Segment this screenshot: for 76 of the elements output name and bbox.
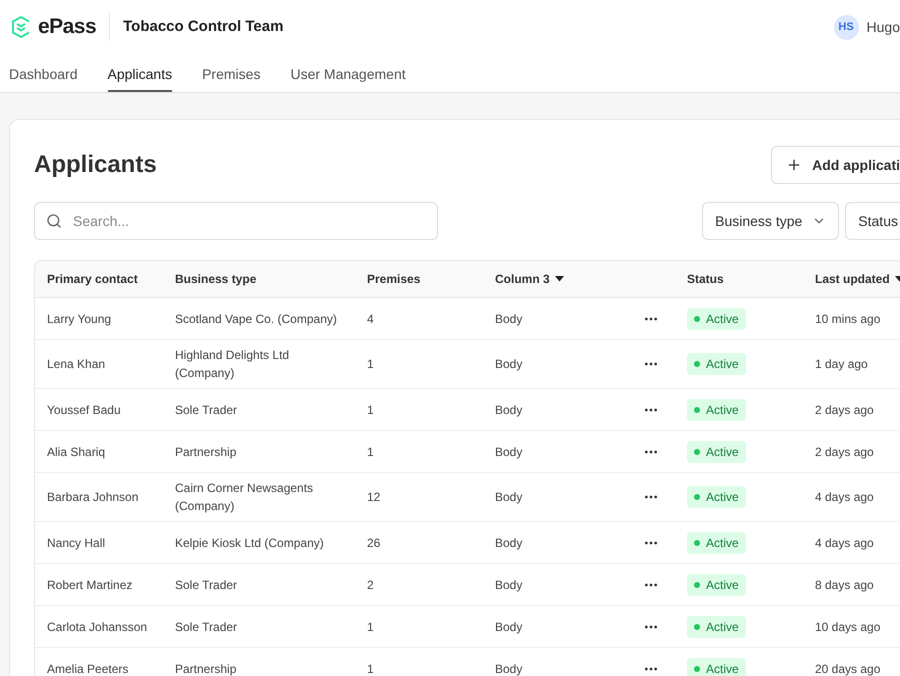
add-button[interactable]: Add applicati <box>771 146 900 184</box>
table-cell: Lena Khan <box>47 357 106 371</box>
table-cell: Sole Trader <box>175 620 238 634</box>
table-cell-text: Body <box>495 576 522 594</box>
search-icon <box>46 213 62 229</box>
table-cell: 4 <box>367 312 374 326</box>
status-label: Active <box>706 489 739 506</box>
nav-tab[interactable]: User Management <box>290 54 406 92</box>
search-field[interactable]: Search... <box>34 202 438 240</box>
table-cell: Scotland Vape Co. (Company) <box>175 312 337 326</box>
table-cell-text: Body <box>495 660 522 676</box>
table-cell: Youssef Badu <box>47 402 121 416</box>
table-cell: 1 day ago <box>815 357 868 371</box>
table-cell: 1 <box>367 402 374 416</box>
table-cell-text: Body <box>495 402 522 418</box>
table-cell: Partnership <box>175 662 236 676</box>
logo-icon <box>10 15 32 39</box>
table-cell: Robert Martinez <box>47 578 132 592</box>
table-cell-text: Body <box>495 489 522 506</box>
table-cell: 12 <box>367 490 380 504</box>
table-cell: 1 <box>367 620 374 634</box>
table-cell: Sole Trader <box>175 402 238 416</box>
status-label: Active <box>706 534 739 552</box>
column-header[interactable]: Column 3 <box>495 270 550 288</box>
table-cell: 10 days ago <box>815 620 880 634</box>
table-cell: Alia Shariq <box>47 444 106 458</box>
table-cell: Carlota Johansson <box>47 620 148 634</box>
table-cell-text: Body <box>495 356 522 373</box>
column-header[interactable]: Premises <box>367 270 420 288</box>
table-cell-text: Body <box>495 618 522 636</box>
table-cell: 20 days ago <box>815 662 880 676</box>
filter-dropdown[interactable]: Status <box>845 202 900 240</box>
table-cell: Highland Delights Ltd (Company) <box>175 348 290 380</box>
page-title: Applicants <box>34 150 157 180</box>
user-name[interactable]: Hugo <box>866 16 900 38</box>
table-cell: Kelpie Kiosk Ltd (Company) <box>175 536 324 550</box>
table-cell: Sole Trader <box>175 578 238 592</box>
avatar[interactable]: HS <box>834 14 859 40</box>
nav-tab[interactable]: Premises <box>202 54 260 92</box>
nav-tab[interactable]: Applicants <box>108 54 172 92</box>
sort-caret-icon <box>554 276 564 282</box>
team-name: Tobacco Control Team <box>123 16 284 37</box>
table-cell: Partnership <box>175 444 236 458</box>
table-cell: 2 days ago <box>815 402 874 416</box>
status-label: Active <box>706 618 739 636</box>
table-cell: Barbara Johnson <box>47 490 138 504</box>
nav-tab[interactable]: Dashboard <box>9 54 78 92</box>
table-cell: 26 <box>367 536 380 550</box>
status-label: Active <box>706 660 739 676</box>
brand-name: ePass <box>38 14 96 40</box>
table-cell: 4 days ago <box>815 536 874 550</box>
table-cell: 1 <box>367 357 374 371</box>
table-cell-text: Body <box>495 534 522 552</box>
table-cell: 10 mins ago <box>815 312 880 326</box>
status-label: Active <box>706 356 739 373</box>
table-cell: 2 days ago <box>815 444 874 458</box>
table-cell: 1 <box>367 662 374 676</box>
status-label: Active <box>706 444 739 460</box>
status-label: Active <box>706 576 739 594</box>
table-cell: 4 days ago <box>815 490 874 504</box>
table-cell: 8 days ago <box>815 578 874 592</box>
table-cell: 1 <box>367 444 374 458</box>
table-cell: Nancy Hall <box>47 536 106 550</box>
table-cell-text: Body <box>495 310 522 328</box>
status-label: Active <box>706 310 739 328</box>
table-cell: 2 <box>367 578 374 592</box>
table-cell-text: Body <box>495 444 522 460</box>
table-cell: Larry Young <box>47 312 112 326</box>
filter-dropdown[interactable]: Business type <box>702 202 840 240</box>
column-header[interactable]: Status <box>687 270 724 288</box>
column-header[interactable]: Last updated <box>815 270 890 288</box>
status-label: Active <box>706 402 739 418</box>
table-cell: Cairn Corner Newsagents (Company) <box>175 481 314 513</box>
table-cell: Amelia Peeters <box>47 662 128 676</box>
column-header[interactable]: Primary contact <box>47 270 138 288</box>
column-header[interactable]: Business type <box>175 270 256 288</box>
